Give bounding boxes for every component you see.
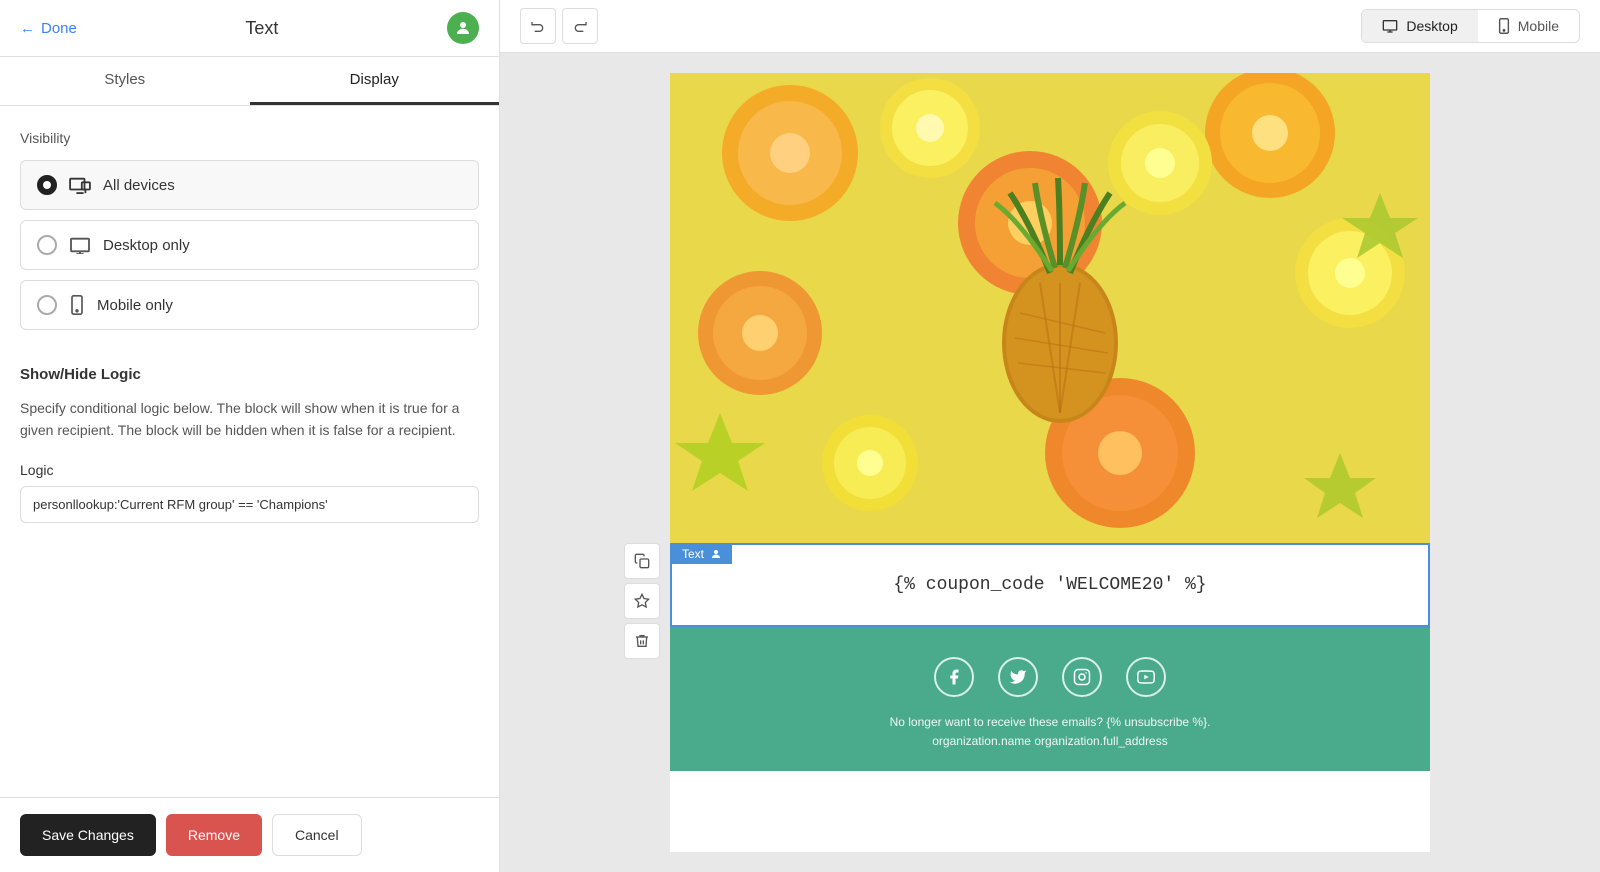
- coupon-code-text: {% coupon_code 'WELCOME20' %}: [893, 575, 1206, 595]
- right-toolbar: Desktop Mobile: [500, 0, 1600, 53]
- twitter-icon: [998, 657, 1038, 697]
- toolbar-actions: [520, 8, 598, 44]
- duplicate-tool-button[interactable]: [624, 543, 660, 579]
- facebook-icon: [934, 657, 974, 697]
- cancel-button[interactable]: Cancel: [272, 814, 362, 856]
- remove-button[interactable]: Remove: [166, 814, 262, 856]
- right-panel: Desktop Mobile: [500, 0, 1600, 872]
- person-icon: [710, 548, 722, 560]
- radio-all-devices: [37, 175, 57, 195]
- youtube-icon: [1126, 657, 1166, 697]
- tabs: Styles Display: [0, 57, 499, 106]
- avatar: [447, 12, 479, 44]
- logic-section-title: Show/Hide Logic: [20, 366, 479, 383]
- redo-button[interactable]: [562, 8, 598, 44]
- desktop-view-button[interactable]: Desktop: [1362, 10, 1477, 42]
- save-button[interactable]: Save Changes: [20, 814, 156, 856]
- tab-styles[interactable]: Styles: [0, 57, 250, 105]
- text-block-container: Text {% coupon_code 'WELCOME20' %}: [670, 543, 1430, 627]
- text-block[interactable]: Text {% coupon_code 'WELCOME20' %}: [670, 543, 1430, 627]
- option-mobile-label: Mobile only: [97, 297, 173, 314]
- panel-body: Visibility All devices: [0, 106, 499, 797]
- option-desktop-label: Desktop only: [103, 237, 190, 254]
- fruit-illustration: [670, 73, 1430, 543]
- radio-desktop-only: [37, 235, 57, 255]
- desktop-icon: [69, 236, 91, 254]
- star-tool-button[interactable]: [624, 583, 660, 619]
- mobile-icon: [69, 295, 85, 315]
- radio-mobile-only: [37, 295, 57, 315]
- visibility-options: All devices Desktop only Mobile only: [20, 160, 479, 330]
- footer-section: No longer want to receive these emails? …: [670, 627, 1430, 771]
- text-block-badge: Text: [672, 544, 732, 564]
- undo-button[interactable]: [520, 8, 556, 44]
- back-button[interactable]: ← Done: [20, 20, 77, 37]
- logic-label: Logic: [20, 462, 479, 478]
- panel-title: Text: [245, 18, 278, 39]
- footer-unsubscribe-text: No longer want to receive these emails? …: [710, 713, 1390, 751]
- instagram-icon: [1062, 657, 1102, 697]
- fruit-image-section: [670, 73, 1430, 543]
- social-icons: [710, 657, 1390, 697]
- option-mobile-only[interactable]: Mobile only: [20, 280, 479, 330]
- back-arrow-icon: ←: [20, 20, 35, 37]
- logic-description: Specify conditional logic below. The blo…: [20, 397, 479, 442]
- logic-input[interactable]: [20, 486, 479, 523]
- option-desktop-only[interactable]: Desktop only: [20, 220, 479, 270]
- option-all-devices[interactable]: All devices: [20, 160, 479, 210]
- side-tools: [624, 543, 660, 659]
- delete-tool-button[interactable]: [624, 623, 660, 659]
- email-preview: Text {% coupon_code 'WELCOME20' %}: [670, 73, 1430, 852]
- left-panel: ← Done Text Styles Display Visibility: [0, 0, 500, 872]
- all-devices-icon: [69, 176, 91, 194]
- mobile-view-button[interactable]: Mobile: [1478, 10, 1579, 42]
- visibility-label: Visibility: [20, 130, 479, 146]
- top-bar: ← Done Text: [0, 0, 499, 57]
- back-label: Done: [41, 20, 77, 37]
- canvas-area: Text {% coupon_code 'WELCOME20' %}: [500, 53, 1600, 872]
- view-toggle: Desktop Mobile: [1361, 9, 1580, 43]
- tab-display[interactable]: Display: [250, 57, 500, 105]
- panel-footer: Save Changes Remove Cancel: [0, 797, 499, 872]
- option-all-devices-label: All devices: [103, 177, 175, 194]
